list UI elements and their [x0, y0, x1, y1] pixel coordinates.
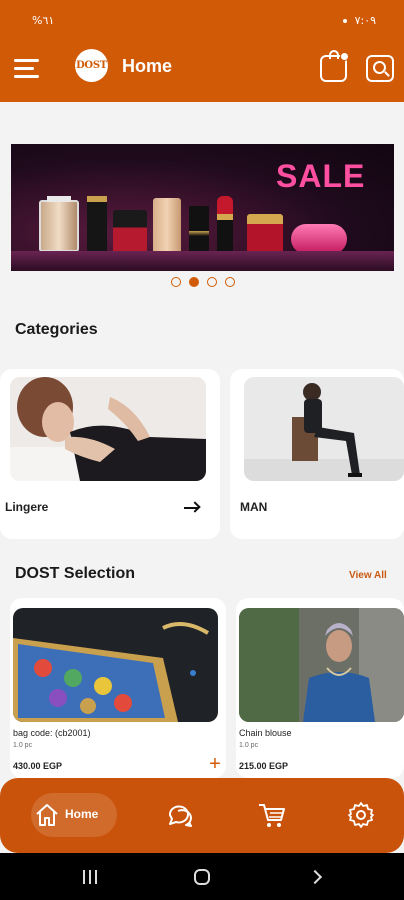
- app-screen: %٦١ ٧:٠٩ DOST Home SALE Categories Linge…: [0, 0, 404, 900]
- brand-logo: DOST: [75, 49, 108, 82]
- banner-product-polish: [113, 210, 147, 254]
- woman-blue-blouse-photo: [239, 608, 404, 722]
- product-image: [239, 608, 404, 722]
- menu-button[interactable]: [14, 59, 42, 79]
- menu-icon-line: [14, 67, 34, 70]
- category-label: Lingere: [5, 500, 49, 514]
- product-image: [13, 608, 218, 722]
- bag-button[interactable]: [320, 50, 349, 82]
- recent-apps-icon[interactable]: [83, 870, 97, 884]
- product-price: 430.00 EGP: [13, 761, 63, 771]
- arrow-head: [189, 501, 201, 513]
- gucci-bag-photo: [13, 608, 218, 722]
- banner-product-jar: [39, 196, 79, 252]
- system-navigation-bar: [0, 853, 404, 900]
- arrow-right-icon[interactable]: [184, 501, 201, 515]
- promo-banner[interactable]: SALE: [11, 144, 394, 271]
- banner-product-bottle: [87, 196, 107, 256]
- banner-product-tube: [153, 198, 181, 256]
- back-icon[interactable]: [307, 869, 323, 885]
- banner-shelf: [11, 251, 394, 271]
- gear-icon[interactable]: [347, 801, 375, 829]
- shopping-bag-icon: [329, 50, 339, 59]
- woman-lingerie-photo: [10, 377, 206, 481]
- banner-product-serum: [189, 206, 209, 256]
- product-price: 215.00 EGP: [239, 761, 289, 771]
- man-seated-suit-photo: [244, 377, 404, 481]
- category-card-man[interactable]: MAN: [230, 369, 404, 539]
- menu-icon-line: [14, 75, 39, 78]
- nav-home-label: Home: [65, 807, 99, 821]
- product-card-bag[interactable]: bag code: (cb2001) 1.0 pc 430.00 EGP +: [10, 598, 226, 778]
- category-image: [10, 377, 206, 481]
- product-qty: 1.0 pc: [13, 742, 33, 749]
- notification-dot-icon: [343, 19, 348, 23]
- banner-product-compact: [291, 224, 347, 254]
- carousel-dot[interactable]: [171, 277, 181, 287]
- carousel-dot[interactable]: [225, 277, 235, 287]
- product-name: bag code: (cb2001): [13, 728, 91, 738]
- banner-product-cream: [247, 214, 283, 254]
- carousel-indicator: [171, 277, 235, 287]
- banner-sale-text: SALE: [276, 158, 366, 194]
- status-clock: ٧:٠٩: [354, 14, 376, 27]
- cart-icon[interactable]: [257, 800, 287, 830]
- categories-heading: Categories: [15, 321, 98, 338]
- status-right: ٧:٠٩: [343, 14, 376, 27]
- recent-line: [89, 870, 91, 884]
- category-image: [244, 377, 404, 481]
- status-bar: %٦١ ٧:٠٩: [0, 0, 404, 34]
- add-to-cart-plus-icon[interactable]: +: [206, 754, 224, 774]
- recent-line: [83, 870, 85, 884]
- product-card-blouse[interactable]: Chain blouse 1.0 pc 215.00 EGP: [236, 598, 404, 778]
- bottom-navigation: Home: [0, 778, 404, 853]
- system-home-icon[interactable]: [194, 869, 210, 885]
- search-button[interactable]: [366, 55, 394, 82]
- menu-icon: [14, 59, 39, 62]
- bag-badge: [340, 52, 349, 61]
- banner-product-lipstick: [217, 196, 233, 256]
- product-qty: 1.0 pc: [239, 742, 259, 749]
- home-icon: [36, 804, 58, 826]
- page-title: Home: [122, 56, 173, 76]
- product-name: Chain blouse: [239, 728, 292, 738]
- status-left-text: %٦١: [32, 14, 55, 27]
- carousel-dot[interactable]: [207, 277, 217, 287]
- nav-home-button[interactable]: Home: [31, 793, 117, 837]
- chat-icon[interactable]: [166, 801, 194, 829]
- dost-selection-heading: DOST Selection: [15, 565, 136, 582]
- search-icon-handle: [384, 71, 390, 77]
- carousel-dot-active[interactable]: [189, 277, 199, 287]
- app-bar: DOST Home: [0, 34, 404, 102]
- category-label: MAN: [240, 500, 268, 514]
- view-all-link[interactable]: View All: [349, 570, 387, 581]
- recent-line: [95, 870, 97, 884]
- category-card-lingere[interactable]: Lingere: [0, 369, 220, 539]
